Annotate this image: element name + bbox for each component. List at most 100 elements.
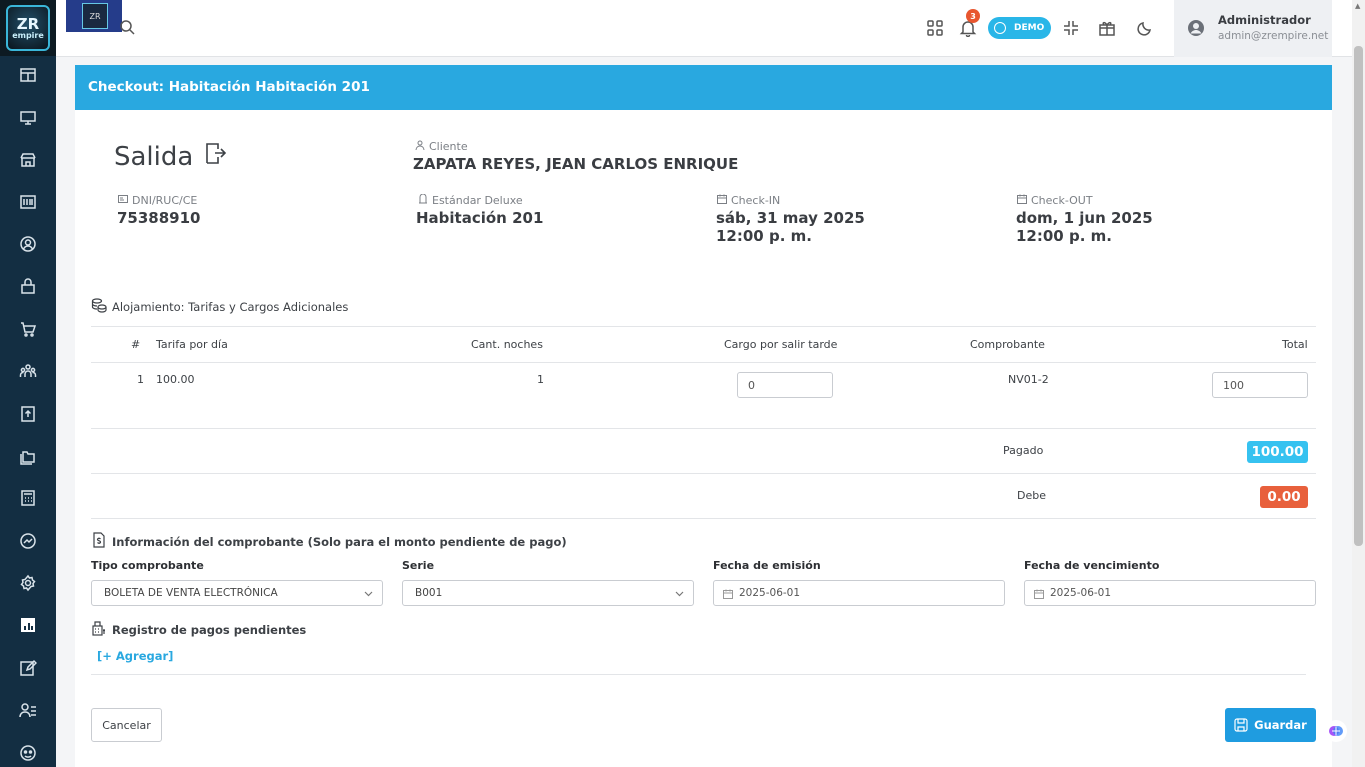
- debe-divider: [91, 518, 1316, 519]
- pagado-badge: 100.00: [1247, 441, 1308, 463]
- room-value: Habitación 201: [416, 209, 544, 227]
- checkout-label-row: Check-OUT: [1017, 194, 1093, 207]
- serie-select[interactable]: B001: [402, 580, 694, 606]
- row-comprobante: NV01-2: [1008, 373, 1049, 386]
- calendar-icon: [1034, 589, 1044, 599]
- dashboard-icon[interactable]: [19, 66, 37, 84]
- room-type-label: Estándar Deluxe: [432, 194, 523, 207]
- save-disk-icon: [1234, 718, 1248, 732]
- alojamiento-title: Alojamiento: Tarifas y Cargos Adicionale…: [112, 299, 349, 314]
- serie-label: Serie: [402, 559, 435, 572]
- demo-label: DEMO: [1014, 23, 1045, 33]
- emision-label: Fecha de emisión: [713, 559, 821, 572]
- brand-thumbnail: ZR: [66, 0, 122, 32]
- salida-title: Salida: [114, 141, 194, 172]
- user-menu[interactable]: Administrador admin@zrempire.net: [1174, 0, 1332, 57]
- monitor-icon[interactable]: [19, 109, 37, 127]
- user-circle-icon[interactable]: [19, 235, 37, 253]
- thumbnail-image: ZR: [82, 3, 108, 29]
- checkin-label-row: Check-IN: [717, 194, 780, 207]
- col-header-cargo: Cargo por salir tarde: [724, 338, 838, 351]
- topbar: ZR 3 DEMO Administrador admin@zrempire.n…: [56, 0, 1352, 57]
- user-list-icon[interactable]: [19, 701, 37, 719]
- checkin-date: sáb, 31 may 2025: [716, 209, 865, 227]
- exit-door-icon: [203, 141, 227, 172]
- cart-icon[interactable]: [19, 320, 37, 338]
- table-header-divider: [91, 362, 1316, 363]
- tipo-label: Tipo comprobante: [91, 559, 204, 572]
- logo-subtext: empire: [12, 30, 44, 40]
- scrollbar-thumb[interactable]: [1354, 46, 1363, 546]
- compress-icon[interactable]: [1062, 19, 1080, 37]
- comprobante-title-row: Información del comprobante (Solo para e…: [91, 532, 567, 551]
- emision-date-value: 2025-06-01: [739, 587, 801, 599]
- demo-toggle[interactable]: DEMO: [988, 17, 1051, 39]
- edit-icon[interactable]: [19, 659, 38, 677]
- alojamiento-title-row: Alojamiento: Tarifas y Cargos Adicionale…: [91, 297, 348, 316]
- gift-icon[interactable]: [1098, 19, 1116, 37]
- search-icon[interactable]: [119, 19, 135, 35]
- tipo-selected-value: BOLETA DE VENTA ELECTRÓNICA: [104, 587, 278, 599]
- col-header-num: #: [131, 338, 141, 351]
- smile-icon: [994, 22, 1006, 34]
- checkin-time: 12:00 p. m.: [716, 227, 812, 245]
- salida-heading: Salida: [114, 141, 227, 172]
- add-payment-link[interactable]: [+ Agregar]: [97, 649, 173, 663]
- tipo-select[interactable]: BOLETA DE VENTA ELECTRÓNICA: [91, 580, 383, 606]
- invoice-dollar-icon: [91, 532, 107, 551]
- late-fee-input[interactable]: 0: [737, 372, 833, 398]
- row-divider: [91, 428, 1316, 429]
- chart-icon[interactable]: [19, 532, 37, 550]
- checkout-card: Checkout: Habitación Habitación 201 Sali…: [75, 65, 1332, 767]
- calculator-icon[interactable]: [19, 489, 37, 507]
- cliente-label-row: Cliente: [415, 140, 468, 153]
- brand-logo[interactable]: ZR empire: [0, 0, 56, 56]
- col-header-noches: Cant. noches: [471, 338, 543, 351]
- vencimiento-label: Fecha de vencimiento: [1024, 559, 1160, 572]
- team-icon[interactable]: [19, 362, 37, 380]
- vencimiento-date-input[interactable]: 2025-06-01: [1024, 580, 1316, 606]
- checkout-date: dom, 1 jun 2025: [1016, 209, 1153, 227]
- cash-register-icon: [91, 620, 107, 639]
- col-header-comprobante: Comprobante: [970, 338, 1045, 351]
- pagos-title-row: Registro de pagos pendientes: [91, 620, 306, 639]
- cancel-button[interactable]: Cancelar: [91, 708, 162, 742]
- debe-label: Debe: [1017, 489, 1046, 502]
- support-icon[interactable]: [19, 744, 37, 762]
- row-tarifa: 100.00: [156, 373, 195, 386]
- debe-badge: 0.00: [1260, 486, 1308, 508]
- checkout-time: 12:00 p. m.: [1016, 227, 1112, 245]
- doc-value: 75388910: [117, 209, 201, 227]
- scroll-up-arrow[interactable]: ▲: [1355, 2, 1360, 10]
- store-icon[interactable]: [19, 151, 37, 169]
- table-top-divider: [91, 326, 1316, 327]
- folders-icon[interactable]: [19, 447, 37, 465]
- vencimiento-date-value: 2025-06-01: [1050, 587, 1112, 599]
- apps-grid-icon[interactable]: [926, 19, 944, 37]
- calendar-icon: [723, 589, 733, 599]
- id-card-icon: [118, 194, 128, 207]
- sidebar: ZR empire: [0, 0, 56, 767]
- file-upload-icon[interactable]: [19, 405, 37, 423]
- emision-date-input[interactable]: 2025-06-01: [713, 580, 1005, 606]
- logo-emblem: ZR empire: [6, 5, 50, 51]
- chevron-down-icon: [364, 591, 373, 597]
- lock-icon[interactable]: [19, 277, 37, 295]
- barcode-icon[interactable]: [19, 193, 37, 211]
- settings-icon[interactable]: [19, 574, 37, 592]
- cliente-label: Cliente: [429, 140, 468, 153]
- total-input[interactable]: 100: [1212, 372, 1308, 398]
- assistant-orb-icon[interactable]: [1325, 720, 1347, 742]
- coins-icon: [91, 297, 107, 316]
- doc-label-row: DNI/RUC/CE: [118, 194, 197, 207]
- pagado-label: Pagado: [1003, 444, 1044, 457]
- cliente-value: ZAPATA REYES, JEAN CARLOS ENRIQUE: [413, 155, 739, 173]
- room-type-label-row: Estándar Deluxe: [418, 193, 523, 207]
- hotel-icon[interactable]: [19, 616, 37, 634]
- calendar-icon: [1017, 194, 1027, 207]
- moon-icon[interactable]: [1136, 19, 1154, 37]
- notification-badge: 3: [966, 9, 980, 23]
- checkin-label: Check-IN: [731, 194, 781, 207]
- save-button[interactable]: Guardar: [1225, 708, 1316, 742]
- pagos-divider: [91, 674, 1306, 675]
